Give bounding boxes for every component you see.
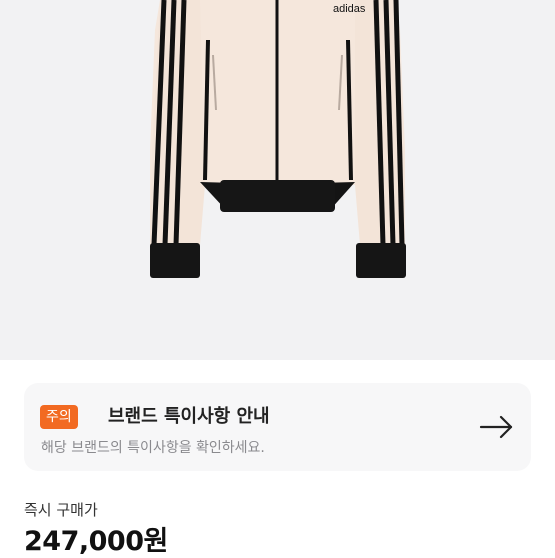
notice-title: 브랜드 특이사항 안내	[108, 406, 270, 427]
instant-buy-price-label: 즉시 구매가	[24, 501, 98, 519]
product-image[interactable]: adidas	[0, 0, 555, 360]
brand-logo: adidas	[333, 3, 366, 15]
notice-badge: 주의	[40, 405, 78, 429]
brand-notice-card[interactable]: 주의 브랜드 특이사항 안내 해당 브랜드의 특이사항을 확인하세요.	[24, 383, 531, 471]
arrow-right-icon[interactable]	[477, 411, 519, 443]
jacket-photo: adidas	[150, 0, 406, 278]
instant-buy-price: 247,000원	[24, 526, 168, 557]
notice-description: 해당 브랜드의 특이사항을 확인하세요.	[41, 440, 265, 456]
